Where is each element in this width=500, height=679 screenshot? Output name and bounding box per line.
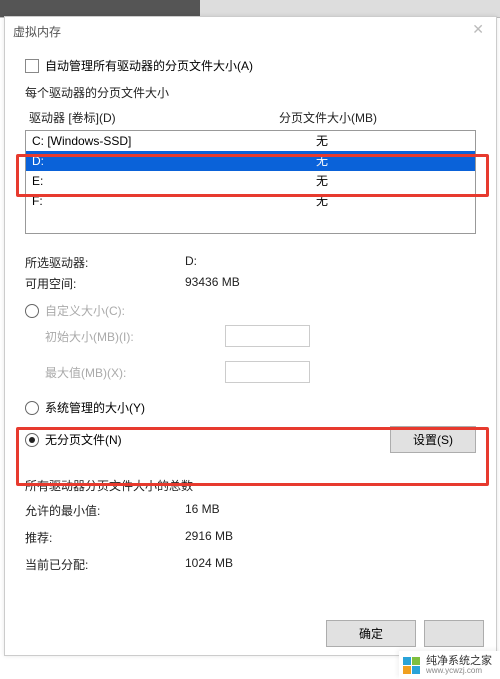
drive-letter: C: [Windows-SSD] bbox=[32, 132, 282, 150]
drive-row[interactable]: D:无 bbox=[26, 151, 475, 171]
drive-row[interactable]: C: [Windows-SSD]无 bbox=[26, 131, 475, 151]
drive-list[interactable]: C: [Windows-SSD]无D:无E:无F:无 bbox=[25, 130, 476, 234]
initial-size-row: 初始大小(MB)(I): bbox=[25, 325, 476, 347]
drive-letter: D: bbox=[32, 152, 282, 170]
dialog-content: 自动管理所有驱动器的分页文件大小(A) 每个驱动器的分页文件大小 驱动器 [卷标… bbox=[5, 45, 496, 581]
drive-letter: E: bbox=[32, 172, 282, 190]
min-size-label: 允许的最小值: bbox=[25, 502, 185, 519]
auto-manage-row[interactable]: 自动管理所有驱动器的分页文件大小(A) bbox=[25, 57, 476, 74]
min-size-value: 16 MB bbox=[185, 502, 220, 519]
custom-size-radio[interactable] bbox=[25, 304, 39, 318]
drive-pagefile-size: 无 bbox=[282, 172, 362, 190]
watermark-logo-icon bbox=[403, 657, 420, 674]
set-button[interactable]: 设置(S) bbox=[390, 426, 476, 453]
drive-letter: F: bbox=[32, 192, 282, 210]
max-size-row: 最大值(MB)(X): bbox=[25, 361, 476, 383]
min-size-row: 允许的最小值: 16 MB bbox=[25, 502, 476, 519]
recommended-value: 2916 MB bbox=[185, 529, 233, 546]
selected-drive-value: D: bbox=[185, 254, 197, 271]
initial-size-input[interactable] bbox=[225, 325, 310, 347]
watermark-url: www.ycwzj.com bbox=[426, 667, 492, 675]
no-paging-row: 无分页文件(N) 设置(S) bbox=[25, 426, 476, 453]
radio-dot-icon bbox=[29, 437, 35, 443]
drive-row[interactable]: E:无 bbox=[26, 171, 475, 191]
no-paging-radio[interactable] bbox=[25, 433, 39, 447]
drive-pagefile-size: 无 bbox=[282, 192, 362, 210]
drive-pagefile-size: 无 bbox=[282, 152, 362, 170]
close-icon[interactable]: ✕ bbox=[472, 21, 484, 38]
current-alloc-row: 当前已分配: 1024 MB bbox=[25, 556, 476, 573]
auto-manage-label: 自动管理所有驱动器的分页文件大小(A) bbox=[45, 57, 253, 74]
system-managed-radio[interactable] bbox=[25, 401, 39, 415]
drive-row[interactable]: F:无 bbox=[26, 191, 475, 211]
no-paging-label: 无分页文件(N) bbox=[45, 431, 122, 448]
auto-manage-checkbox[interactable] bbox=[25, 59, 39, 73]
watermark-text: 纯净系统之家 www.ycwzj.com bbox=[426, 656, 492, 675]
col-drive-label: 驱动器 [卷标](D) bbox=[29, 109, 279, 126]
available-space-label: 可用空间: bbox=[25, 275, 185, 292]
virtual-memory-dialog: 虚拟内存 ✕ 自动管理所有驱动器的分页文件大小(A) 每个驱动器的分页文件大小 … bbox=[4, 16, 497, 656]
watermark-cn: 纯净系统之家 bbox=[426, 656, 492, 667]
current-alloc-value: 1024 MB bbox=[185, 556, 233, 573]
footer-buttons: 确定 bbox=[326, 620, 484, 647]
dialog-title: 虚拟内存 bbox=[13, 23, 61, 40]
per-drive-header: 每个驱动器的分页文件大小 bbox=[25, 84, 476, 101]
totals-header: 所有驱动器分页文件大小的总数 bbox=[25, 477, 476, 494]
selected-drive-label: 所选驱动器: bbox=[25, 254, 185, 271]
custom-size-label: 自定义大小(C): bbox=[45, 302, 125, 319]
recommended-row: 推荐: 2916 MB bbox=[25, 529, 476, 546]
col-size-label: 分页文件大小(MB) bbox=[279, 109, 472, 126]
background-dark-strip bbox=[0, 0, 200, 17]
available-space-row: 可用空间: 93436 MB bbox=[25, 275, 476, 292]
system-managed-radio-row[interactable]: 系统管理的大小(Y) bbox=[25, 399, 476, 416]
recommended-label: 推荐: bbox=[25, 529, 185, 546]
drive-pagefile-size: 无 bbox=[282, 132, 362, 150]
cancel-button-partial[interactable] bbox=[424, 620, 484, 647]
watermark: 纯净系统之家 www.ycwzj.com bbox=[399, 651, 500, 679]
system-managed-label: 系统管理的大小(Y) bbox=[45, 399, 145, 416]
titlebar: 虚拟内存 ✕ bbox=[5, 17, 496, 45]
ok-button[interactable]: 确定 bbox=[326, 620, 416, 647]
max-size-label: 最大值(MB)(X): bbox=[45, 364, 225, 381]
custom-size-radio-row[interactable]: 自定义大小(C): bbox=[25, 302, 476, 319]
available-space-value: 93436 MB bbox=[185, 275, 240, 292]
initial-size-label: 初始大小(MB)(I): bbox=[45, 328, 225, 345]
current-alloc-label: 当前已分配: bbox=[25, 556, 185, 573]
selected-drive-row: 所选驱动器: D: bbox=[25, 254, 476, 271]
drive-list-header: 驱动器 [卷标](D) 分页文件大小(MB) bbox=[25, 107, 476, 128]
max-size-input[interactable] bbox=[225, 361, 310, 383]
